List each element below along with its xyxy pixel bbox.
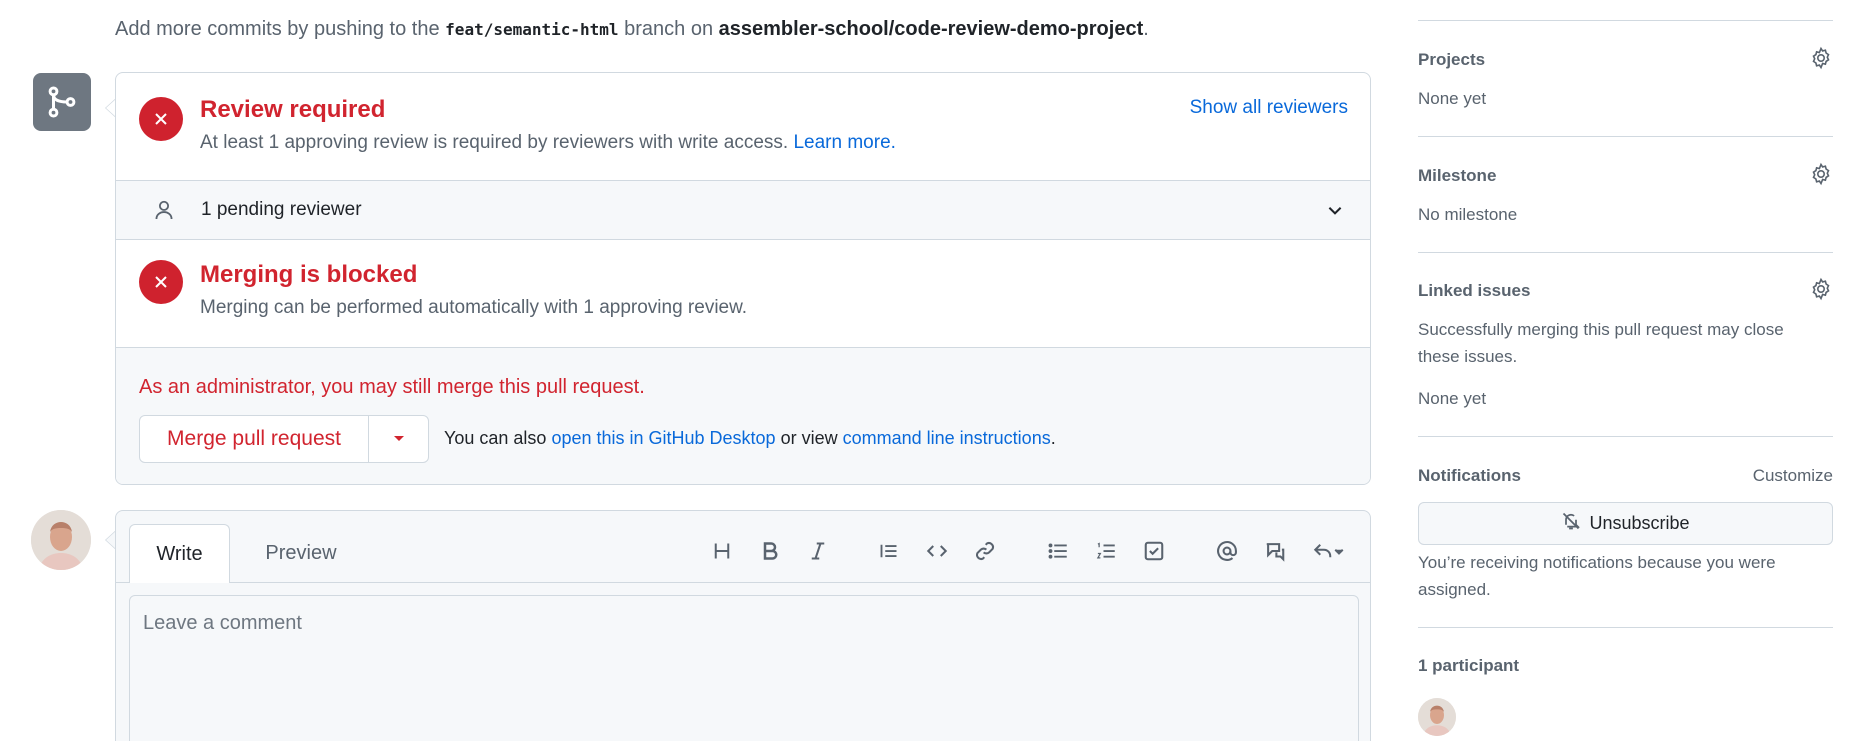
learn-more-link[interactable]: Learn more.: [793, 132, 895, 153]
task-list-icon[interactable]: [1136, 533, 1172, 569]
gear-icon[interactable]: [1809, 162, 1833, 186]
chevron-down-icon[interactable]: [1326, 201, 1344, 224]
review-required-subtitle: At least 1 approving review is required …: [200, 132, 896, 153]
notifications-description: You’re receiving notifications because y…: [1418, 553, 1776, 599]
linked-issues-title[interactable]: Linked issues: [1418, 281, 1530, 301]
avatar[interactable]: [31, 510, 91, 570]
triangle-down-icon: [392, 430, 406, 448]
also-text: You can also open this in GitHub Desktop…: [444, 428, 1056, 448]
unordered-list-icon[interactable]: [1040, 533, 1076, 569]
code-icon[interactable]: [919, 533, 955, 569]
merge-status-box: Review required At least 1 approving rev…: [115, 72, 1371, 485]
repo-name: assembler-school/code-review-demo-projec…: [718, 18, 1144, 40]
saved-replies-icon[interactable]: [1305, 533, 1353, 569]
italic-icon[interactable]: [800, 533, 836, 569]
participants-title: 1 participant: [1418, 656, 1520, 675]
command-line-link[interactable]: command line instructions: [843, 428, 1051, 448]
linked-issues-description: Successfully merging this pull request m…: [1418, 320, 1784, 366]
merging-blocked-title: Merging is blocked: [200, 261, 418, 288]
pending-reviewer-label: 1 pending reviewer: [201, 199, 362, 220]
github-desktop-link[interactable]: open this in GitHub Desktop: [551, 428, 775, 448]
unsubscribe-button[interactable]: Unsubscribe: [1418, 502, 1833, 545]
review-required-section: Review required At least 1 approving rev…: [116, 73, 1370, 180]
merge-options-dropdown[interactable]: [368, 415, 429, 463]
projects-title[interactable]: Projects: [1418, 50, 1485, 70]
show-all-reviewers-link[interactable]: Show all reviewers: [1190, 97, 1348, 119]
review-required-title: Review required: [200, 96, 386, 123]
projects-value: None yet: [1418, 89, 1487, 108]
tab-preview[interactable]: Preview: [246, 524, 356, 583]
merge-pull-request-button[interactable]: Merge pull request: [139, 415, 369, 463]
ordered-list-icon[interactable]: [1088, 533, 1124, 569]
person-icon: [153, 198, 175, 227]
git-merge-icon: [33, 73, 91, 131]
admin-warning: As an administrator, you may still merge…: [139, 376, 645, 398]
gear-icon[interactable]: [1809, 46, 1833, 70]
heading-icon[interactable]: [704, 533, 740, 569]
customize-link[interactable]: Customize: [1753, 466, 1833, 486]
participant-avatar[interactable]: [1418, 698, 1456, 736]
milestone-value: No milestone: [1418, 205, 1518, 224]
bell-slash-icon: [1561, 511, 1581, 536]
bold-icon[interactable]: [752, 533, 788, 569]
milestone-title[interactable]: Milestone: [1418, 166, 1496, 186]
merging-blocked-subtitle: Merging can be performed automatically w…: [200, 297, 748, 318]
notifications-title: Notifications: [1418, 466, 1521, 485]
push-hint: Add more commits by pushing to the feat/…: [115, 18, 1149, 40]
unsubscribe-label: Unsubscribe: [1589, 513, 1690, 533]
hint-middle: branch on: [624, 18, 714, 40]
admin-merge-section: As an administrator, you may still merge…: [116, 347, 1370, 484]
x-circle-icon: [139, 97, 183, 141]
cross-reference-icon[interactable]: [1257, 533, 1293, 569]
comment-editor: Write Preview Leave a comment: [115, 510, 1371, 741]
linked-issues-value: None yet: [1418, 389, 1487, 408]
link-icon[interactable]: [967, 533, 1003, 569]
branch-name: feat/semantic-html: [445, 20, 619, 39]
mention-icon[interactable]: [1209, 533, 1245, 569]
pending-reviewer-row[interactable]: 1 pending reviewer: [116, 180, 1370, 240]
hint-prefix: Add more commits by pushing to the: [115, 18, 440, 40]
gear-icon[interactable]: [1809, 277, 1833, 301]
tab-write[interactable]: Write: [129, 524, 230, 583]
merging-blocked-section: Merging is blocked Merging can be perfor…: [116, 240, 1370, 347]
x-circle-icon: [139, 260, 183, 304]
quote-icon[interactable]: [871, 533, 907, 569]
comment-textarea[interactable]: Leave a comment: [129, 595, 1359, 741]
